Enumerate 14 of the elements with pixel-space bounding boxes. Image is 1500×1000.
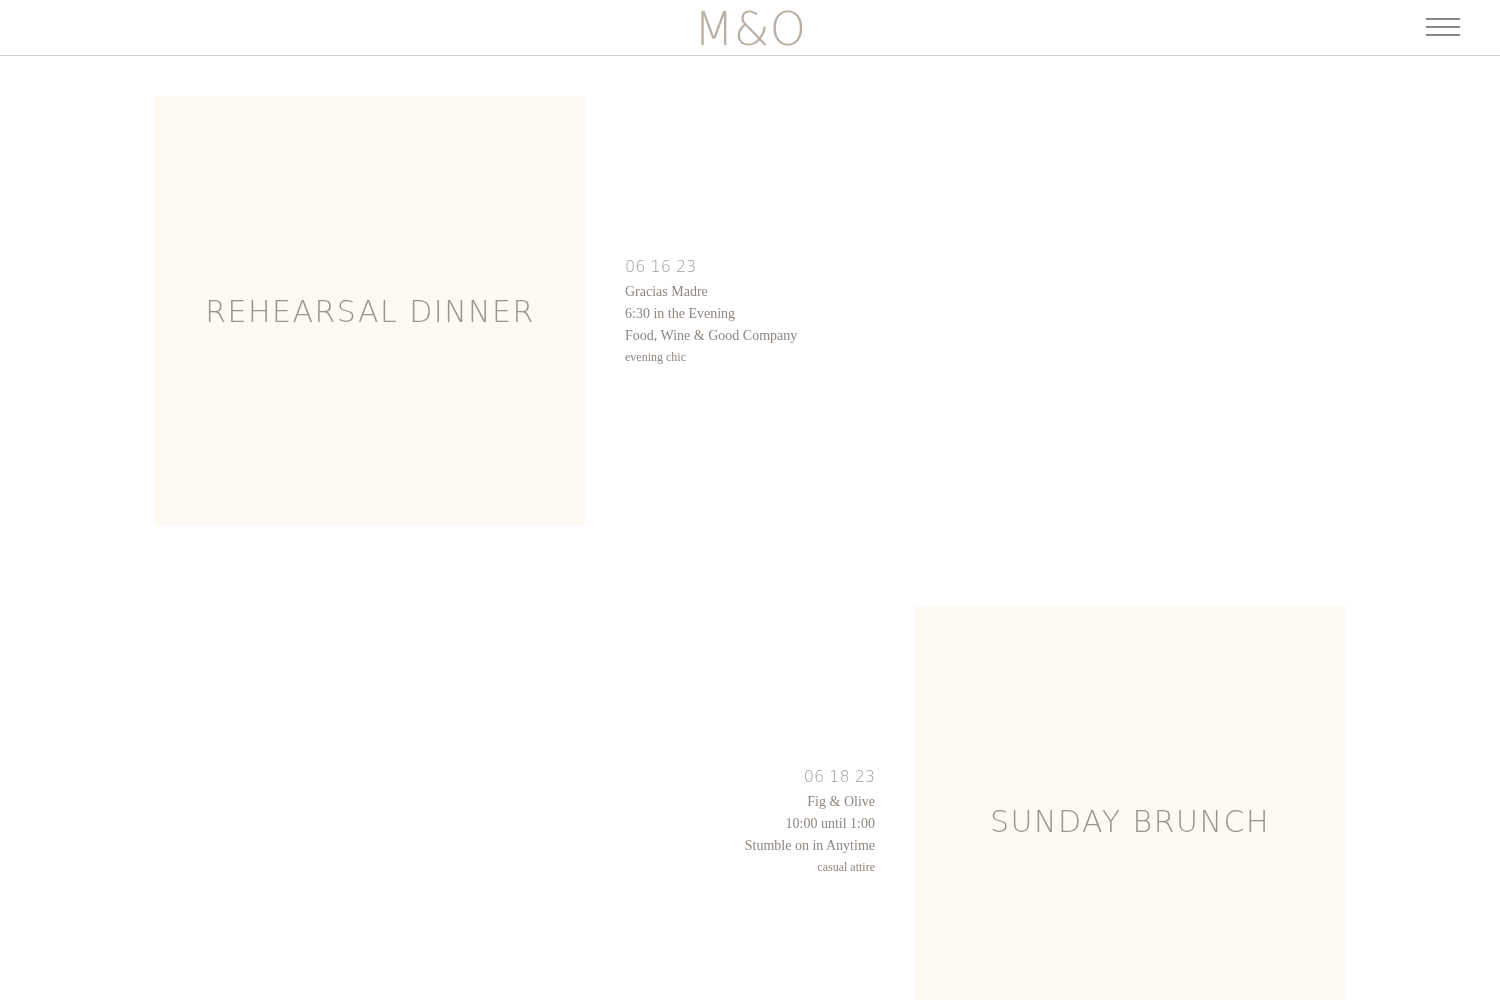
event-title: REHEARSAL DINNER [205, 293, 535, 329]
event-venue: Fig & Olive [806, 793, 875, 811]
event-time: 6:30 in the Evening [625, 305, 737, 323]
event-attire: casual attire [816, 859, 875, 876]
event-title: SUNDAY BRUNCH [990, 803, 1270, 839]
menu-icon[interactable] [1426, 18, 1460, 36]
event-note: Food, Wine & Good Company [625, 327, 798, 345]
event-date: 06 16 23 [625, 256, 698, 278]
event-attire: evening chic [625, 349, 687, 366]
event-venue: Gracias Madre [625, 283, 709, 301]
event-time: 10:00 until 1:00 [784, 815, 875, 833]
event-note: Stumble on in Anytime [744, 837, 875, 855]
logo[interactable]: M&O [694, 5, 806, 52]
event-date: 06 18 23 [802, 766, 875, 788]
